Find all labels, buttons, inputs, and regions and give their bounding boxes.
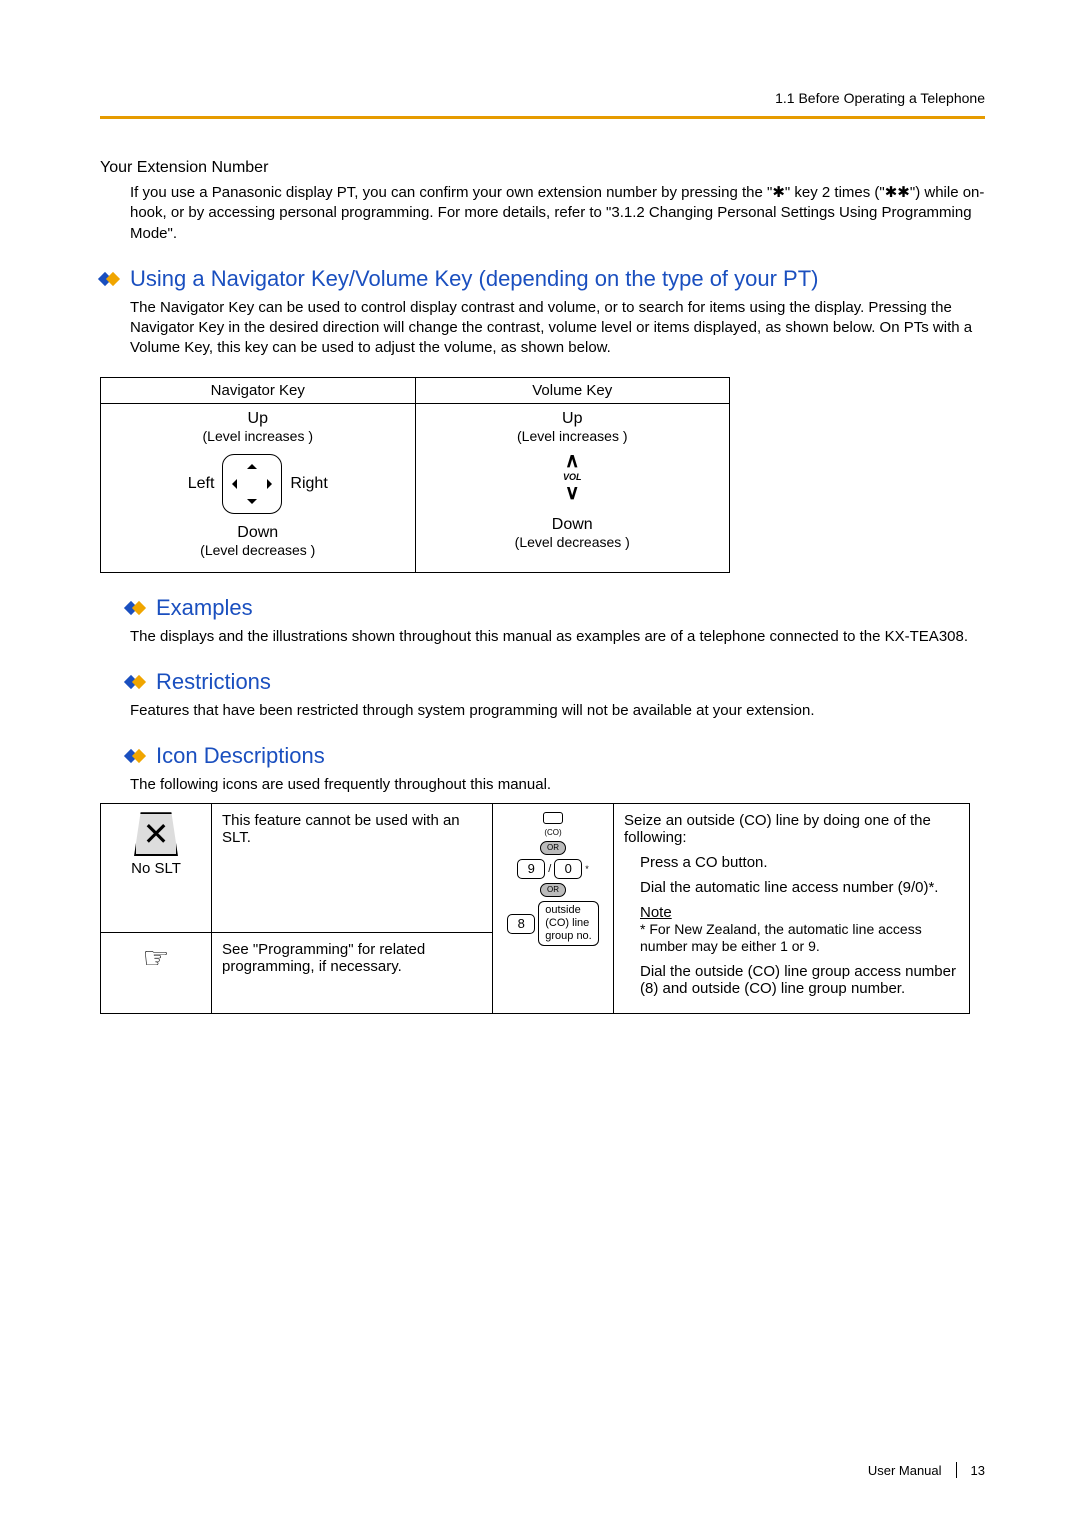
icon-descriptions-heading-text: Icon Descriptions [156,743,325,769]
restrictions-heading-text: Restrictions [156,669,271,695]
footer-page-number: 13 [971,1463,985,1478]
slash: / [548,863,551,875]
pointing-hand-icon: ☞ [111,941,201,976]
no-slt-label: No SLT [111,860,201,877]
nav-up-sub: (Level increases ) [203,428,314,444]
chevron-down-icon: ∨ [565,486,580,500]
nav-left-label: Left [188,475,215,493]
programming-description: See "Programming" for related programmin… [212,932,493,1014]
vol-col-header: Volume Key [415,377,730,403]
examples-body: The displays and the illustrations shown… [130,627,985,647]
seize-co-line-description: Seize an outside (CO) line by doing one … [614,804,970,1014]
seize-intro: Seize an outside (CO) line by doing one … [624,812,959,846]
navigator-pad-icon [222,454,282,514]
diamond-bullet-icon [126,675,148,689]
restrictions-heading: Restrictions [126,669,985,695]
diamond-bullet-icon [126,749,148,763]
navigator-key-body: The Navigator Key can be used to control… [130,298,985,359]
navigator-key-heading-text: Using a Navigator Key/Volume Key (depend… [130,266,819,292]
key-8: 8 [507,914,535,934]
nav-col-header: Navigator Key [101,377,416,403]
navigator-volume-table: Navigator Key Volume Key Up (Level incre… [100,377,730,573]
navigator-key-heading: Using a Navigator Key/Volume Key (depend… [100,266,985,292]
diamond-bullet-icon [126,601,148,615]
volume-key-cell: Up (Level increases ) ∧ VOL ∨ Down (Leve… [415,403,730,572]
navigator-key-cell: Up (Level increases ) Left Right Down (L [101,403,416,572]
seize-option-1: Press a CO button. [640,854,959,871]
note-label: Note [640,904,672,921]
co-icon-cell: (CO) OR 9 / 0 * OR 8 outside (CO) line [493,804,614,1014]
vol-down-label: Down [515,516,630,534]
no-slt-phone-icon: ✕ [134,812,178,856]
vol-up-label: Up [517,410,628,428]
co-label: (CO) [544,828,561,837]
restrictions-body: Features that have been restricted throu… [130,701,985,721]
key-0: 0 [554,859,582,879]
no-slt-icon-cell: ✕ No SLT [101,804,212,933]
key-9: 9 [517,859,545,879]
examples-heading: Examples [126,595,985,621]
icon-descriptions-table: ✕ No SLT This feature cannot be used wit… [100,803,970,1014]
manual-page: 1.1 Before Operating a Telephone Your Ex… [0,0,1080,1528]
icon-descriptions-heading: Icon Descriptions [126,743,985,769]
note-body: * For New Zealand, the automatic line ac… [640,921,922,954]
or-pill: OR [540,883,566,897]
programming-icon-cell: ☞ [101,932,212,1014]
no-slt-description: This feature cannot be used with an SLT. [212,804,493,933]
volume-key-icon: ∧ VOL ∨ [563,454,582,500]
page-footer: User Manual 13 [868,1462,985,1478]
nav-down-label: Down [200,524,315,542]
extension-number-body: If you use a Panasonic display PT, you c… [130,183,985,244]
breadcrumb: 1.1 Before Operating a Telephone [100,90,985,119]
diamond-bullet-icon [100,272,122,286]
nav-right-label: Right [290,475,327,493]
extension-number-heading: Your Extension Number [100,159,985,177]
asterisk-icon: * [585,864,589,874]
chevron-up-icon: ∧ [565,454,580,468]
nav-up-label: Up [203,410,314,428]
nav-down-sub: (Level decreases ) [200,542,315,558]
vol-text: VOL [563,472,582,482]
examples-heading-text: Examples [156,595,253,621]
outside-line-group-box: outside (CO) line group no. [538,901,598,946]
or-pill: OR [540,841,566,855]
footer-separator [956,1462,957,1478]
vol-down-sub: (Level decreases ) [515,534,630,550]
seize-option-3: Dial the outside (CO) line group access … [640,963,959,997]
co-button-icon [543,812,563,824]
footer-manual-label: User Manual [868,1463,942,1478]
seize-option-2: Dial the automatic line access number (9… [640,879,959,896]
icon-descriptions-intro: The following icons are used frequently … [130,775,985,795]
vol-up-sub: (Level increases ) [517,428,628,444]
